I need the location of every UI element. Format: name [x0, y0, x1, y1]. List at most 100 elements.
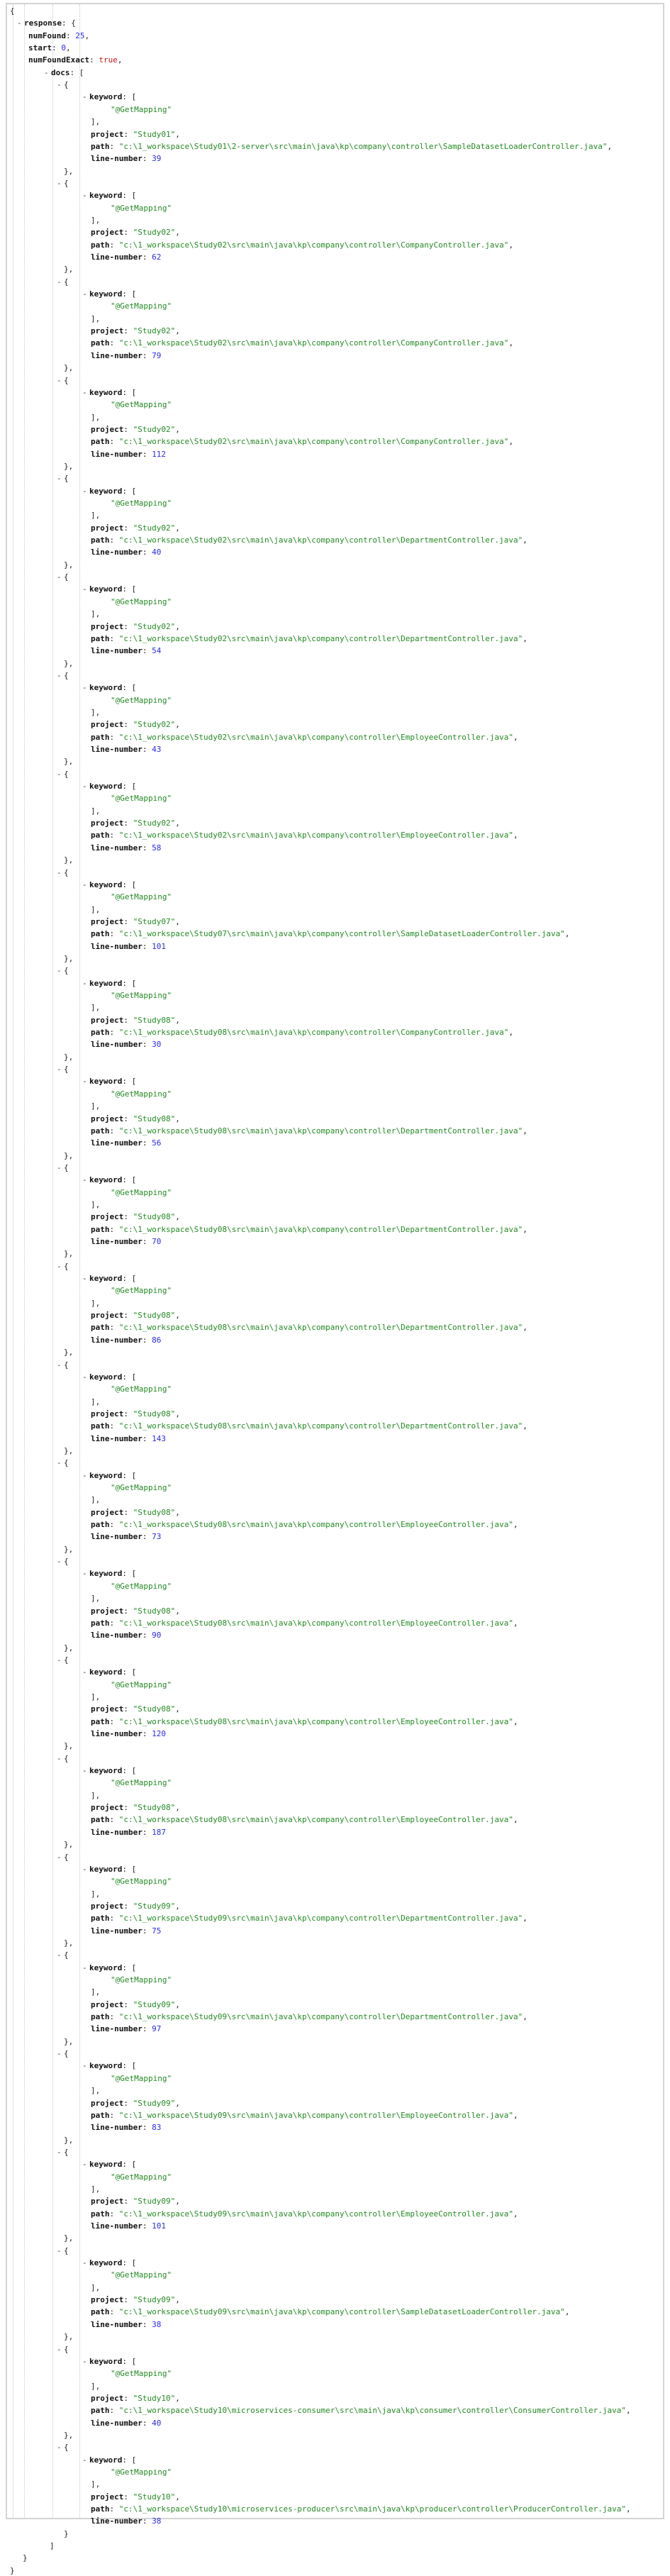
collapse-toggle[interactable]: - [82, 1667, 89, 1677]
collapse-toggle[interactable]: - [82, 289, 89, 299]
keyword-close-row: ], [91, 412, 100, 423]
json-key: line-number [91, 1532, 143, 1542]
json-key: line-number [91, 350, 143, 360]
json-string-value: "@GetMapping" [111, 695, 172, 705]
brace: { [64, 2344, 69, 2354]
collapse-toggle[interactable]: - [57, 572, 64, 582]
collapse-toggle[interactable]: - [82, 91, 89, 102]
collapse-toggle[interactable]: - [57, 867, 64, 878]
punct: : [142, 1433, 152, 1443]
keyword-key-row: - keyword: [ [82, 584, 136, 594]
collapse-toggle[interactable]: - [82, 387, 89, 398]
doc-close-row: }, [64, 1347, 73, 1358]
collapse-toggle[interactable]: - [57, 965, 64, 976]
collapse-toggle[interactable]: - [82, 2060, 89, 2071]
collapse-toggle[interactable]: - [82, 1273, 89, 1284]
json-key: path [91, 1716, 110, 1726]
json-number-value: 30 [152, 1040, 162, 1050]
collapse-toggle[interactable]: - [57, 670, 64, 681]
collapse-toggle[interactable]: - [57, 1360, 64, 1370]
collapse-toggle[interactable]: - [82, 1175, 89, 1185]
collapse-toggle[interactable]: - [57, 1753, 64, 1764]
doc-close-row: }, [64, 1445, 73, 1456]
collapse-toggle[interactable]: - [82, 781, 89, 792]
collapse-toggle[interactable]: - [57, 2442, 64, 2453]
collapse-toggle[interactable]: - [82, 2356, 89, 2367]
punct: ], [91, 215, 101, 225]
collapse-toggle[interactable]: - [82, 1864, 89, 1875]
collapse-toggle[interactable]: - [82, 1568, 89, 1579]
collapse-toggle[interactable]: - [57, 1162, 64, 1173]
numfound-row: numFound: 25, [28, 30, 89, 41]
punct: : [ [122, 2061, 137, 2071]
collapse-toggle[interactable]: - [57, 1950, 64, 1960]
collapse-toggle[interactable]: - [57, 1261, 64, 1272]
collapse-toggle[interactable]: - [57, 2245, 64, 2256]
punct: : [123, 1114, 133, 1123]
punct: ], [91, 2381, 101, 2391]
collapse-toggle[interactable]: - [57, 1852, 64, 1862]
collapse-toggle[interactable]: - [82, 486, 89, 496]
punct: : [109, 2012, 119, 2022]
json-number-value: 40 [152, 548, 162, 557]
brace: { [64, 572, 69, 582]
punct: : [109, 732, 119, 742]
punct: , [513, 1618, 518, 1628]
collapse-toggle[interactable]: - [82, 682, 89, 693]
collapse-toggle[interactable]: - [57, 178, 64, 189]
json-string-value: "c:\1_workspace\Study02\src\main\java\kp… [118, 633, 523, 643]
line-number-row: line-number: 143 [91, 1433, 166, 1444]
doc-open-row: -{ [57, 1655, 69, 1665]
collapse-toggle[interactable]: - [82, 584, 89, 594]
collapse-toggle[interactable]: - [82, 879, 89, 890]
punct: : [ [122, 1274, 137, 1284]
json-string-value: "@GetMapping" [111, 1581, 172, 1591]
collapse-toggle[interactable]: - [57, 2344, 64, 2355]
punct: , [523, 1126, 527, 1136]
collapse-toggle[interactable]: - [57, 79, 64, 90]
doc-open-row: -{ [57, 572, 69, 582]
collapse-toggle[interactable]: - [82, 1765, 89, 1776]
collapse-toggle[interactable]: - [57, 1556, 64, 1567]
collapse-toggle[interactable]: - [82, 1470, 89, 1481]
keyword-key-row: - keyword: [ [82, 1372, 136, 1382]
keyword-key-row: - keyword: [ [82, 2356, 136, 2367]
punct: }, [64, 658, 74, 668]
collapse-toggle[interactable]: - [82, 190, 89, 201]
json-number-value: 38 [152, 2319, 162, 2329]
punct: ], [91, 1692, 101, 1701]
collapse-toggle[interactable]: - [57, 769, 64, 779]
collapse-toggle[interactable]: - [57, 375, 64, 386]
punct: , [513, 1520, 518, 1530]
doc-close-row: }, [64, 953, 73, 964]
collapse-toggle[interactable]: - [44, 67, 51, 78]
brace: { [10, 6, 15, 16]
collapse-toggle[interactable]: - [82, 1076, 89, 1087]
collapse-toggle[interactable]: - [82, 1962, 89, 1973]
json-key: path [91, 1520, 110, 1530]
collapse-toggle[interactable]: - [57, 277, 64, 287]
json-string-value: "c:\1_workspace\Study08\src\main\java\kp… [118, 1224, 523, 1234]
punct: : [89, 55, 99, 65]
doc-open-row: -{ [57, 1458, 69, 1468]
keyword-value-row: "@GetMapping" [111, 1581, 172, 1592]
punct: , [175, 1704, 180, 1714]
collapse-toggle[interactable]: - [82, 978, 89, 989]
collapse-toggle[interactable]: - [82, 2159, 89, 2170]
collapse-toggle[interactable]: - [82, 2258, 89, 2268]
collapse-toggle[interactable]: - [17, 18, 24, 28]
keyword-value-row: "@GetMapping" [111, 1777, 172, 1788]
json-key: line-number [91, 2418, 143, 2428]
collapse-toggle[interactable]: - [57, 1655, 64, 1665]
collapse-toggle[interactable]: - [82, 1372, 89, 1382]
doc-close-row: }, [64, 1839, 73, 1850]
collapse-toggle[interactable]: - [57, 2048, 64, 2059]
collapse-toggle[interactable]: - [57, 473, 64, 484]
collapse-toggle[interactable]: - [57, 2147, 64, 2158]
punct: : [142, 1335, 152, 1345]
punct: }, [64, 2036, 74, 2046]
collapse-toggle[interactable]: - [82, 2455, 89, 2465]
punct: : [123, 2098, 133, 2108]
collapse-toggle[interactable]: - [57, 1064, 64, 1075]
collapse-toggle[interactable]: - [57, 1458, 64, 1468]
